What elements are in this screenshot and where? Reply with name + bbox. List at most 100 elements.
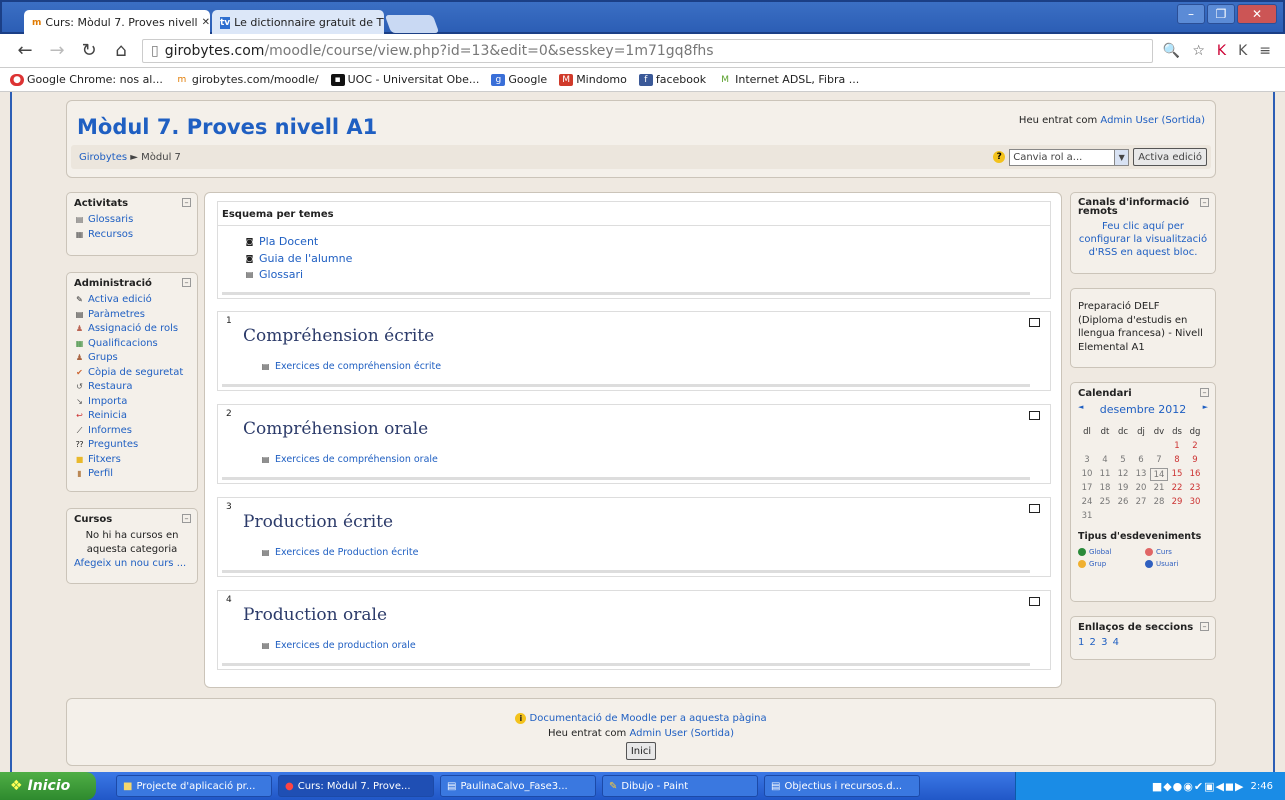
calendar-day[interactable]: 21: [1150, 482, 1168, 495]
section-activity[interactable]: ▤ Exercices de compréhension écrite: [260, 361, 441, 372]
rss-configure-link[interactable]: Feu clic aquí per configurar la visualit…: [1078, 220, 1208, 259]
help-icon[interactable]: ?: [993, 151, 1006, 163]
taskbar-item[interactable]: ● Curs: Mòdul 7. Prove...: [278, 775, 434, 797]
collapse-icon[interactable]: –: [182, 514, 191, 523]
admin-reinicia[interactable]: ↩ Reinicia: [74, 409, 190, 424]
calendar-day[interactable]: 4: [1096, 454, 1114, 467]
user-link[interactable]: Admin User: [629, 728, 687, 739]
admin-assignacio-rols[interactable]: ♟ Assignació de rols: [74, 322, 190, 337]
event-type-usuari[interactable]: Usuari: [1145, 560, 1208, 568]
collapse-icon[interactable]: –: [182, 278, 191, 287]
collapse-icon[interactable]: –: [1200, 388, 1209, 397]
calendar-day[interactable]: 27: [1132, 496, 1150, 509]
maximize-icon[interactable]: ❐: [1207, 4, 1235, 24]
calendar-day[interactable]: 19: [1114, 482, 1132, 495]
collapse-icon[interactable]: –: [1200, 198, 1209, 207]
new-tab-button[interactable]: [384, 15, 440, 33]
minimize-icon[interactable]: –: [1177, 4, 1205, 24]
calendar-day[interactable]: 22: [1168, 482, 1186, 495]
taskbar-item[interactable]: ▤ PaulinaCalvo_Fase3...: [440, 775, 596, 797]
home-icon[interactable]: ⌂: [110, 40, 132, 61]
admin-grups[interactable]: ♟ Grups: [74, 351, 190, 366]
resource-glossari[interactable]: ▤ Glossari: [244, 267, 1050, 284]
logout-link[interactable]: (Sortida): [690, 728, 734, 739]
bookmark-girobytes[interactable]: m girobytes.com/moodle/: [175, 73, 318, 86]
calendar-day[interactable]: 24: [1078, 496, 1096, 509]
calendar-day[interactable]: 15: [1168, 468, 1186, 481]
admin-informes[interactable]: ⟋ Informes: [74, 424, 190, 439]
event-type-grup[interactable]: Grup: [1078, 560, 1141, 568]
calendar-day[interactable]: 2: [1186, 440, 1204, 453]
bookmark-chrome[interactable]: ● Google Chrome: nos al...: [10, 73, 163, 86]
calendar-day[interactable]: 11: [1096, 468, 1114, 481]
show-only-section-icon[interactable]: [1029, 597, 1040, 606]
admin-restaura[interactable]: ↺ Restaura: [74, 380, 190, 395]
start-button[interactable]: ❖ Inicio: [0, 772, 96, 800]
logout-link[interactable]: (Sortida): [1161, 115, 1205, 126]
calendar-day[interactable]: 12: [1114, 468, 1132, 481]
user-link[interactable]: Admin User: [1100, 115, 1158, 126]
role-select[interactable]: Canvia rol a... ▼: [1009, 148, 1130, 166]
calendar-day[interactable]: 25: [1096, 496, 1114, 509]
star-icon[interactable]: ☆: [1192, 43, 1205, 59]
address-bar[interactable]: ▯ girobytes.com /moodle/course/view.php?…: [142, 38, 1153, 63]
home-button[interactable]: Inici: [625, 742, 657, 760]
next-month-icon[interactable]: ►: [1203, 403, 1208, 416]
calendar-day[interactable]: 23: [1186, 482, 1204, 495]
calendar-day[interactable]: 16: [1186, 468, 1204, 481]
close-window-icon[interactable]: ✕: [1237, 4, 1277, 24]
taskbar-item[interactable]: ✎ Dibujo - Paint: [602, 775, 758, 797]
admin-activa-edicio[interactable]: ✎ Activa edició: [74, 293, 190, 308]
breadcrumb-home[interactable]: Girobytes: [79, 152, 127, 163]
bookmark-facebook[interactable]: f facebook: [638, 73, 706, 86]
extension-k-icon[interactable]: K: [1238, 43, 1247, 59]
bookmark-movistar[interactable]: M Internet ADSL, Fibra ...: [718, 73, 859, 86]
menu-icon[interactable]: ≡: [1259, 43, 1271, 59]
back-arrow-icon[interactable]: ←: [14, 40, 36, 61]
activate-edit-button[interactable]: Activa edició: [1133, 148, 1207, 166]
moodle-docs-link[interactable]: Documentació de Moodle per a aquesta pàg…: [530, 713, 767, 724]
calendar-day[interactable]: 10: [1078, 468, 1096, 481]
tab-moodle-course[interactable]: m Curs: Mòdul 7. Proves nivell ✕: [24, 10, 210, 35]
activity-recursos[interactable]: ▦ Recursos: [74, 228, 190, 243]
admin-preguntes[interactable]: ⁇ Preguntes: [74, 438, 190, 453]
section-activity[interactable]: ▤ Exercices de production orale: [260, 640, 416, 651]
tab-tv5-dictionary[interactable]: tv Le dictionnaire gratuit de TV5 ✕: [212, 10, 384, 35]
calendar-day[interactable]: 7: [1150, 454, 1168, 467]
calendar-day[interactable]: 28: [1150, 496, 1168, 509]
admin-fitxers[interactable]: ■ Fitxers: [74, 453, 190, 468]
admin-qualificacions[interactable]: ▦ Qualificacions: [74, 337, 190, 352]
reload-icon[interactable]: ↻: [78, 40, 100, 61]
extension-icon[interactable]: K: [1217, 43, 1226, 59]
add-course-link[interactable]: Afegeix un nou curs ...: [74, 558, 190, 569]
calendar-day[interactable]: 30: [1186, 496, 1204, 509]
activity-glossaris[interactable]: ▤ Glossaris: [74, 213, 190, 228]
bookmark-uoc[interactable]: ▪ UOC - Universitat Obe...: [330, 73, 479, 86]
calendar-day[interactable]: 26: [1114, 496, 1132, 509]
calendar-day[interactable]: 31: [1078, 510, 1096, 523]
admin-importa[interactable]: ↘ Importa: [74, 395, 190, 410]
calendar-day[interactable]: 5: [1114, 454, 1132, 467]
show-only-section-icon[interactable]: [1029, 504, 1040, 513]
bookmark-google[interactable]: g Google: [491, 73, 547, 86]
taskbar-item[interactable]: ■ Projecte d'aplicació pr...: [116, 775, 272, 797]
previous-month-icon[interactable]: ◄: [1078, 403, 1083, 416]
calendar-day[interactable]: 1: [1168, 440, 1186, 453]
zoom-icon[interactable]: 🔍: [1163, 43, 1180, 59]
calendar-day[interactable]: 13: [1132, 468, 1150, 481]
collapse-icon[interactable]: –: [1200, 622, 1209, 631]
section-activity[interactable]: ▤ Exercices de compréhension orale: [260, 454, 438, 465]
forward-arrow-icon[interactable]: →: [46, 40, 68, 61]
calendar-day[interactable]: 3: [1078, 454, 1096, 467]
bookmark-mindomo[interactable]: M Mindomo: [559, 73, 627, 86]
calendar-day[interactable]: 6: [1132, 454, 1150, 467]
calendar-day[interactable]: 8: [1168, 454, 1186, 467]
calendar-today[interactable]: 14: [1150, 468, 1168, 481]
admin-copia-seguretat[interactable]: ✔ Còpia de seguretat: [74, 366, 190, 381]
resource-pla-docent[interactable]: ◙ Pla Docent: [244, 234, 1050, 251]
show-only-section-icon[interactable]: [1029, 411, 1040, 420]
calendar-day[interactable]: 18: [1096, 482, 1114, 495]
calendar-day[interactable]: 17: [1078, 482, 1096, 495]
tray-icons[interactable]: ■◆●◉✔▣◀◼▶: [1152, 780, 1245, 793]
calendar-day[interactable]: 29: [1168, 496, 1186, 509]
